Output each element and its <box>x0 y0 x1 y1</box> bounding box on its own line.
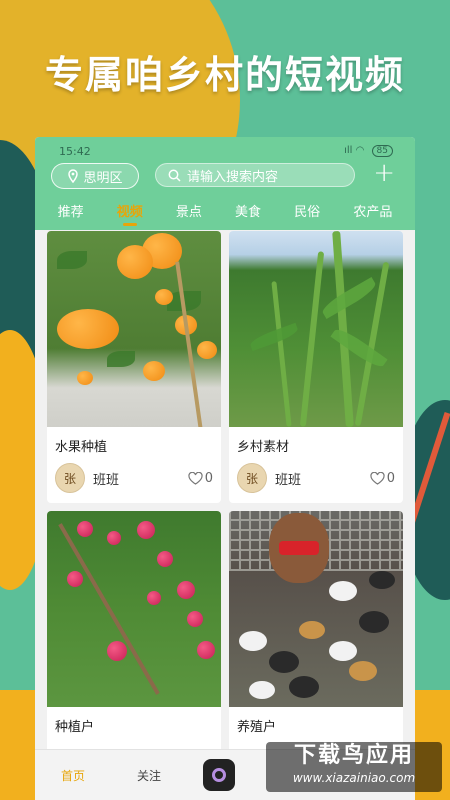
card-title: 乡村素材 <box>237 440 290 455</box>
search-placeholder: 请输入搜索内容 <box>187 169 279 185</box>
app-header: 15:42 ıll ◠ 85 思明区 请输入搜索内容 + 推荐 视频 景点 美食… <box>35 137 415 230</box>
card-title: 养殖户 <box>237 720 277 735</box>
nav-follow[interactable]: 关注 <box>111 767 187 784</box>
location-pin-icon <box>68 169 79 183</box>
card-title: 水果种植 <box>55 440 108 455</box>
video-card[interactable]: 水果种植 张 班班 0 <box>47 231 221 503</box>
like-count: 0 <box>204 470 213 486</box>
tab-recommend[interactable]: 推荐 <box>58 201 84 226</box>
status-icons: ıll ◠ 85 <box>344 145 393 157</box>
card-meta: 张 班班 0 <box>55 463 213 493</box>
video-card[interactable]: 种植户 <box>47 511 221 783</box>
video-thumbnail[interactable] <box>47 511 221 707</box>
like-button[interactable]: 0 <box>370 471 395 486</box>
avatar[interactable]: 张 <box>237 463 267 493</box>
watermark: 下载鸟应用 www.xiazainiao.com <box>266 742 442 792</box>
card-meta: 张 班班 0 <box>237 463 395 493</box>
author-name[interactable]: 班班 <box>93 469 188 488</box>
video-thumbnail[interactable] <box>47 231 221 427</box>
video-thumbnail[interactable] <box>229 511 403 707</box>
battery-icon: 85 <box>371 145 393 157</box>
wifi-icon: ◠ <box>355 145 365 156</box>
watermark-url: www.xiazainiao.com <box>292 771 416 785</box>
video-thumbnail[interactable] <box>229 231 403 427</box>
category-tabs: 推荐 视频 景点 美食 民俗 农产品 <box>35 201 415 226</box>
like-count: 0 <box>386 470 395 486</box>
avatar[interactable]: 张 <box>55 463 85 493</box>
add-button[interactable]: + <box>373 159 395 187</box>
phone-screen: 15:42 ıll ◠ 85 思明区 请输入搜索内容 + 推荐 视频 景点 美食… <box>35 137 415 800</box>
promo-headline: 专属咱乡村的短视频 <box>44 53 405 97</box>
search-input[interactable]: 请输入搜索内容 <box>155 163 355 187</box>
status-time: 15:42 <box>59 145 91 158</box>
heart-icon <box>188 471 203 485</box>
like-button[interactable]: 0 <box>188 471 213 486</box>
camera-icon <box>212 768 226 782</box>
location-label: 思明区 <box>83 170 123 186</box>
card-title: 种植户 <box>55 720 95 735</box>
author-name[interactable]: 班班 <box>275 469 370 488</box>
search-icon <box>168 169 181 182</box>
tab-video[interactable]: 视频 <box>117 201 143 226</box>
heart-icon <box>370 471 385 485</box>
tab-food[interactable]: 美食 <box>235 201 261 226</box>
video-card[interactable]: 乡村素材 张 班班 0 <box>229 231 403 503</box>
watermark-title: 下载鸟应用 <box>293 743 414 768</box>
location-button[interactable]: 思明区 <box>51 163 139 189</box>
video-grid: 水果种植 张 班班 0 乡村素材 张 班班 0 种植户 养殖户 <box>47 231 403 783</box>
signal-icon: ıll <box>344 145 353 156</box>
nav-home[interactable]: 首页 <box>35 767 111 784</box>
tab-farm-products[interactable]: 农产品 <box>353 201 392 226</box>
camera-button[interactable] <box>203 759 235 791</box>
tab-folk[interactable]: 民俗 <box>294 201 320 226</box>
tab-scenic[interactable]: 景点 <box>176 201 202 226</box>
